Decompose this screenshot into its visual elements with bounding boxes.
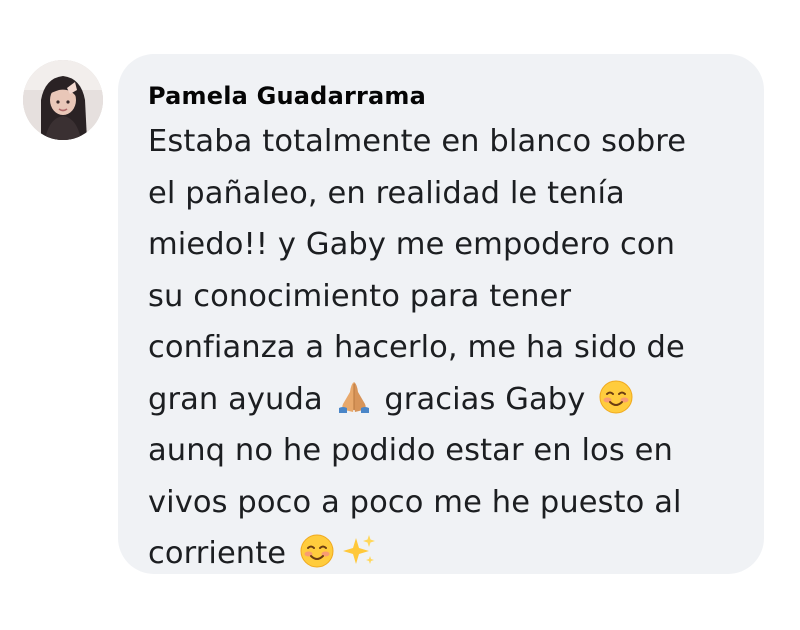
- comment-line: su conocimiento para tener: [148, 278, 572, 314]
- comment-line: el pañaleo, en realidad le tenía: [148, 175, 625, 211]
- comment: Pamela Guadarrama Estaba totalmente en b…: [0, 0, 800, 630]
- comment-line: Estaba totalmente en blanco sobre: [148, 124, 687, 159]
- smiling-face-emoji-icon: [597, 378, 635, 416]
- sparkles-emoji-icon: [340, 532, 378, 570]
- comment-text-segment: corriente: [148, 536, 287, 571]
- comment-line-with-emojis: corriente: [148, 528, 734, 580]
- comment-text: Estaba totalmente en blanco sobre el pañ…: [148, 116, 734, 580]
- comment-bubble: Pamela Guadarrama Estaba totalmente en b…: [118, 54, 764, 574]
- comment-text-segment: gran ayuda: [148, 381, 323, 417]
- avatar-photo: [23, 60, 103, 140]
- avatar[interactable]: [23, 60, 103, 140]
- comment-line: confianza a hacerlo, me ha sido de: [148, 330, 685, 365]
- smiling-face-emoji-icon: [298, 532, 336, 570]
- comment-author[interactable]: Pamela Guadarrama: [148, 80, 426, 112]
- comment-line: vivos poco a poco me he puesto al: [148, 484, 682, 520]
- praying-hands-emoji-icon: [335, 378, 373, 416]
- comment-line-with-emojis: gran ayuda gracias Gaby: [148, 374, 734, 426]
- comment-line: miedo!! y Gaby me empodero con: [148, 227, 676, 262]
- comment-line: aunq no he podido estar en los en: [148, 433, 673, 468]
- comment-text-segment: gracias Gaby: [384, 381, 586, 417]
